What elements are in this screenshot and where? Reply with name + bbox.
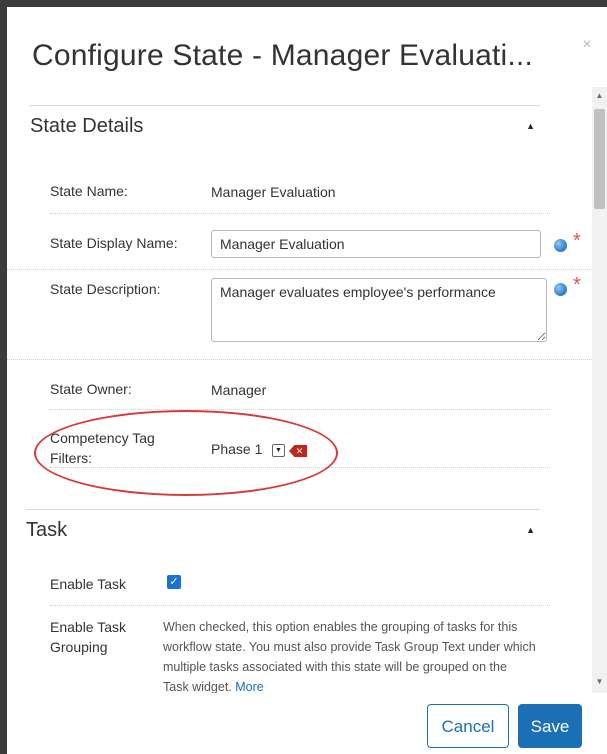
- globe-icon[interactable]: [554, 283, 567, 296]
- enable-task-row: Enable Task: [50, 563, 550, 606]
- task-header[interactable]: Task ▲: [26, 509, 540, 550]
- cancel-button[interactable]: Cancel: [427, 704, 509, 748]
- enable-task-checkbox[interactable]: ✓: [167, 575, 181, 589]
- dialog-body[interactable]: State Details ▲ State Name: Manager Eval…: [7, 87, 592, 693]
- scroll-down-arrow-icon[interactable]: ▼: [592, 675, 607, 689]
- save-button[interactable]: Save: [518, 704, 582, 748]
- more-link[interactable]: More: [235, 680, 263, 693]
- state-details-header[interactable]: State Details ▲: [30, 105, 540, 146]
- help-line: multiple tasks associated with this stat…: [163, 660, 507, 674]
- dialog-title: Configure State - Manager Evaluati...: [32, 39, 533, 72]
- state-name-label: State Name:: [50, 183, 128, 199]
- state-owner-label: State Owner:: [50, 381, 132, 397]
- help-line: When checked, this option enables the gr…: [163, 620, 518, 634]
- dialog-footer: Cancel Save: [7, 693, 607, 754]
- state-owner-row: State Owner: Manager: [50, 359, 550, 410]
- state-details-title: State Details: [30, 114, 144, 137]
- enable-task-grouping-label-line1: Enable Task: [50, 619, 127, 635]
- state-name-value: Manager Evaluation: [211, 184, 336, 200]
- task-grouping-help-text: When checked, this option enables the gr…: [163, 617, 548, 693]
- scroll-up-arrow-icon[interactable]: ▲: [592, 89, 607, 103]
- state-display-name-label: State Display Name:: [50, 235, 178, 251]
- scrollbar-thumb[interactable]: [594, 109, 605, 209]
- state-description-label: State Description:: [50, 281, 161, 297]
- window-frame-left: [0, 0, 7, 754]
- dialog-scrollbar[interactable]: ▲ ▼: [592, 87, 607, 693]
- close-icon[interactable]: ×: [579, 35, 595, 55]
- required-asterisk: *: [573, 230, 581, 252]
- state-display-name-row: State Display Name: *: [7, 213, 592, 270]
- state-name-row: State Name: Manager Evaluation: [50, 169, 550, 214]
- help-line-text: Task widget.: [163, 680, 232, 693]
- state-description-row: State Description: Manager evaluates emp…: [7, 269, 592, 360]
- state-owner-value: Manager: [211, 382, 267, 398]
- help-line: Task widget. More: [163, 677, 548, 693]
- enable-task-label: Enable Task: [50, 576, 127, 592]
- task-title: Task: [26, 518, 68, 541]
- state-description-textarea[interactable]: Manager evaluates employee's performance: [211, 278, 547, 342]
- collapse-caret-icon[interactable]: ▲: [526, 121, 540, 131]
- globe-icon[interactable]: [554, 239, 567, 252]
- collapse-caret-icon[interactable]: ▲: [526, 525, 540, 535]
- enable-task-grouping-label-line2: Grouping: [50, 639, 108, 655]
- required-asterisk: *: [573, 274, 581, 296]
- state-display-name-input[interactable]: [211, 230, 541, 258]
- configure-state-dialog: Configure State - Manager Evaluati... × …: [7, 7, 607, 754]
- help-line: workflow state. You must also provide Ta…: [163, 640, 536, 654]
- window-frame-top: [0, 0, 607, 7]
- highlight-annotation: [34, 410, 338, 496]
